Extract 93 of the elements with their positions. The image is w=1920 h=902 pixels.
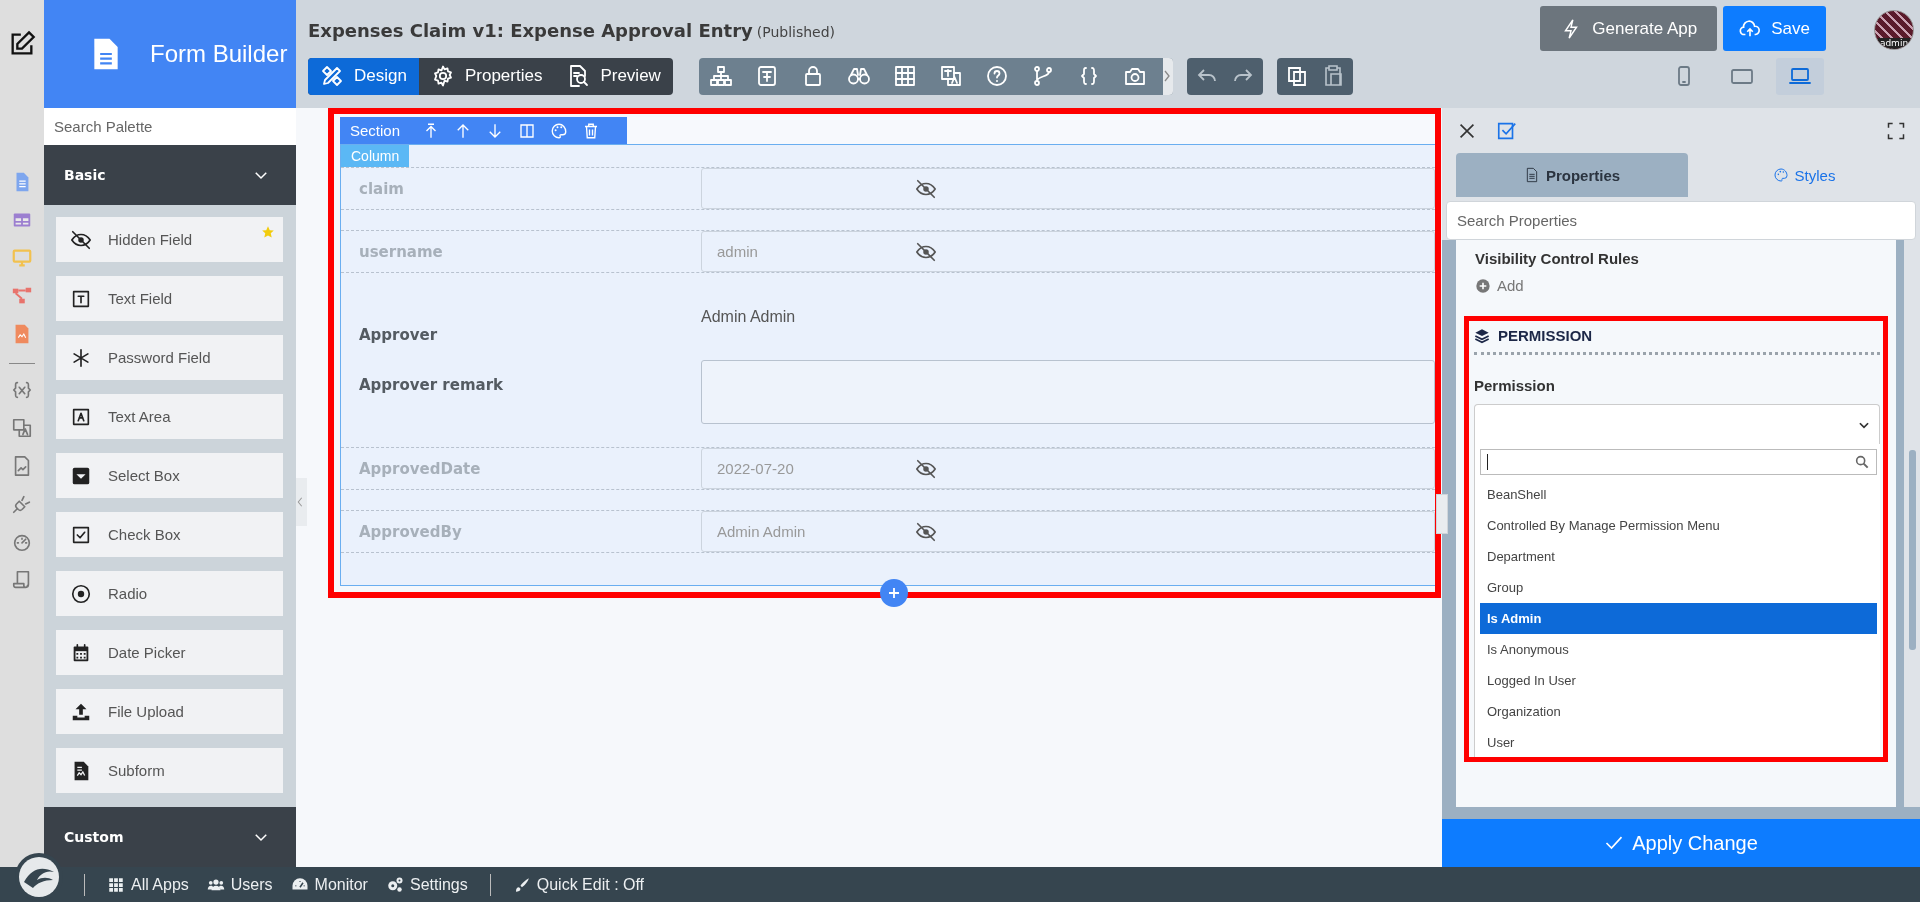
translate-icon[interactable] (11, 417, 33, 439)
apply-button[interactable]: Apply Change (1442, 819, 1920, 867)
grid-icon[interactable] (892, 64, 917, 88)
dropdown-option[interactable]: Controlled By Manage Permission Menu (1480, 510, 1877, 541)
resize-handle[interactable] (1436, 494, 1448, 534)
password-field-icon (70, 346, 92, 369)
palette-item[interactable]: Text Area (56, 394, 283, 439)
section-title: Visibility Control Rules (1475, 250, 1640, 267)
dropdown-option[interactable]: Is Admin (1480, 603, 1877, 634)
variable-icon[interactable] (11, 379, 33, 401)
mode-tab[interactable]: Properties (418, 57, 555, 95)
field-value: Admin Admin (701, 308, 796, 326)
form-column[interactable]: Column claim username admin Approver Admin Admin Approver remark ApprovedDate 2022-07-20 ApprovedBy Admin Admin (340, 144, 1435, 586)
field-label: Approver remark (358, 375, 505, 394)
form-field[interactable]: Approver remark (341, 355, 1435, 447)
layers-icon (1474, 327, 1490, 344)
field-label: Approver (358, 325, 439, 344)
palette-item[interactable]: Select Box (56, 453, 283, 498)
chevron-icon[interactable] (1162, 69, 1171, 83)
palette-item[interactable]: Date Picker (56, 630, 283, 675)
dropdown-option[interactable]: Department (1480, 541, 1877, 572)
status-label: (Published) (756, 24, 836, 40)
dropdown-option[interactable]: User (1480, 727, 1877, 757)
sitemap-icon[interactable] (708, 64, 733, 88)
add-button[interactable]: Add (1475, 267, 1524, 294)
palette-item[interactable]: Subform (56, 748, 283, 793)
generate-button[interactable]: Generate App (1540, 6, 1718, 51)
hidden-eye-icon (915, 521, 937, 543)
group-title: Basic (64, 167, 106, 183)
add-section-button[interactable] (880, 579, 908, 607)
palette-icon (1772, 167, 1789, 183)
field-label: claim (358, 179, 405, 198)
dropdown-option[interactable]: BeanShell (1480, 479, 1877, 510)
panel-tab[interactable]: Styles (1688, 153, 1920, 197)
dropdown-option[interactable]: Organization (1480, 696, 1877, 727)
field-label: Permission (1474, 377, 1556, 394)
panel-tab[interactable]: Properties (1456, 153, 1688, 197)
search-field[interactable]: Search Palette (44, 108, 296, 145)
textarea-field[interactable] (701, 360, 1435, 424)
grid-icon (107, 875, 125, 894)
quick-edit-toggle[interactable]: Quick Edit : Off (512, 875, 645, 894)
nav-link[interactable]: Users (206, 875, 273, 894)
plus-circle-icon (1475, 277, 1491, 294)
scrollbar[interactable] (1908, 450, 1916, 650)
select-field[interactable] (1474, 404, 1880, 444)
dropdown-option[interactable]: Is Anonymous (1480, 634, 1877, 665)
palette-item[interactable]: Check Box (56, 512, 283, 557)
palette-item[interactable]: Hidden Field (56, 217, 283, 262)
search-icon (1854, 454, 1870, 470)
form-section[interactable]: Section Column claim username admin Approver Admin Admin Approver remark ApprovedDate 2022-07-20 ApprovedBy Admin Admin (340, 117, 1435, 586)
gears-icon (385, 875, 404, 894)
avatar[interactable]: admin (1874, 10, 1914, 50)
save-button[interactable]: Save (1723, 6, 1826, 51)
dropdown-option[interactable]: Logged In User (1480, 665, 1877, 696)
input-field[interactable] (701, 168, 1435, 209)
laptop-view-button[interactable] (1776, 57, 1824, 95)
palette-item[interactable]: Text Field (56, 276, 283, 321)
document-icon (92, 36, 120, 72)
form-field[interactable]: Approver Admin Admin (341, 293, 1435, 355)
hidden-eye-icon (915, 458, 937, 480)
mode-tab[interactable]: Preview (554, 57, 673, 95)
pencil-ruler-icon (320, 64, 344, 88)
radio-field-icon (70, 582, 92, 605)
form-title: Expenses Claim v1: Expense Approval Entry (308, 20, 753, 41)
palette-item[interactable]: Password Field (56, 335, 283, 380)
search-field[interactable] (1480, 449, 1877, 475)
collapse-handle[interactable] (296, 478, 307, 526)
palette-item[interactable]: Radio (56, 571, 283, 616)
help-icon[interactable] (984, 64, 1009, 88)
search-field[interactable]: Search Properties (1446, 201, 1916, 240)
dropdown-option[interactable]: Group (1480, 572, 1877, 603)
group-title: Custom (64, 829, 124, 845)
nav-link[interactable]: Settings (385, 875, 468, 894)
hidden-eye-icon (915, 241, 937, 263)
field-label: ApprovedDate (358, 459, 482, 478)
nav-link[interactable]: All Apps (107, 875, 189, 894)
group-heading: PERMISSION (1498, 327, 1593, 344)
translate-icon[interactable] (938, 64, 963, 88)
palette-title: Form Builder (150, 40, 288, 68)
hidden-field-icon (70, 228, 92, 251)
hidden-eye-icon (915, 178, 937, 200)
mode-tab[interactable]: Design (308, 57, 419, 95)
section-label: Section (350, 122, 401, 139)
column-tag: Column (341, 145, 410, 167)
palette-icon[interactable] (550, 121, 569, 140)
field-label: ApprovedBy (358, 522, 463, 541)
columns-icon[interactable] (518, 121, 537, 140)
plug-icon[interactable] (11, 493, 33, 515)
fullscreen-icon[interactable] (1886, 120, 1906, 141)
nav-link[interactable]: Monitor (290, 875, 368, 894)
field-label: username (358, 242, 444, 261)
palette-item[interactable]: File Upload (56, 689, 283, 734)
chevron-icon (296, 496, 304, 508)
